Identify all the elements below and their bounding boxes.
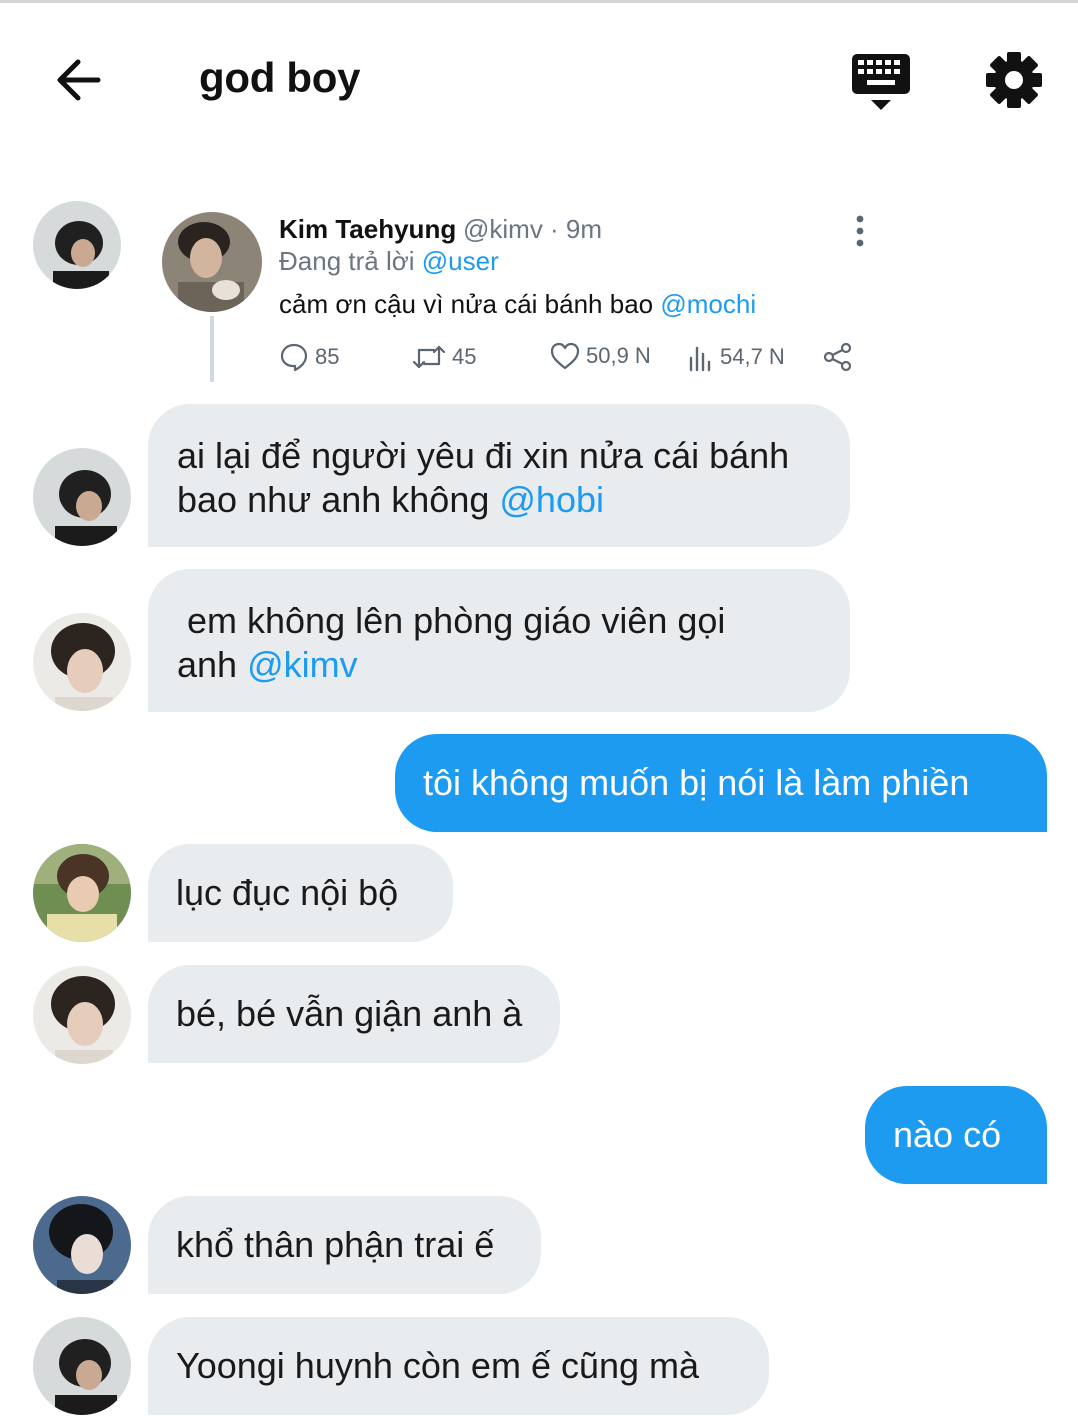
keyboard-icon bbox=[852, 54, 910, 110]
message-bubble[interactable]: em không lên phòng giáo viên gọi anh @ki… bbox=[148, 569, 850, 712]
message-mention[interactable]: @hobi bbox=[499, 479, 604, 520]
views-stat[interactable]: 54,7 N bbox=[688, 342, 785, 372]
message-text: bao như anh không bbox=[177, 479, 500, 520]
arrow-left-icon bbox=[57, 59, 101, 101]
gear-icon bbox=[986, 52, 1042, 108]
tweet-mention[interactable]: @mochi bbox=[660, 289, 756, 319]
avatar-photo-icon bbox=[33, 613, 131, 711]
message-bubble-sent[interactable]: nào có bbox=[865, 1086, 1047, 1184]
avatar[interactable] bbox=[33, 966, 131, 1064]
keyboard-button[interactable] bbox=[848, 52, 916, 114]
reply-count: 85 bbox=[315, 344, 340, 369]
tweet-author-avatar[interactable] bbox=[162, 212, 262, 312]
heart-icon bbox=[550, 342, 580, 370]
message-text: Yoongi huynh còn em ế cũng mà bbox=[176, 1345, 700, 1386]
avatar-photo-icon bbox=[33, 844, 131, 942]
avatar-photo-icon bbox=[33, 1196, 131, 1294]
share-button[interactable] bbox=[822, 342, 854, 372]
like-count: 50,9 N bbox=[586, 343, 651, 368]
avatar[interactable] bbox=[33, 844, 131, 942]
message-bubble[interactable]: Yoongi huynh còn em ế cũng mà bbox=[148, 1317, 769, 1415]
message-text: anh bbox=[177, 644, 248, 685]
like-stat[interactable]: 50,9 N bbox=[550, 342, 651, 370]
avatar-photo-icon bbox=[33, 966, 131, 1064]
message-text: nào có bbox=[893, 1114, 1002, 1155]
message-line: ai lại để người yêu đi xin nửa cái bánh bbox=[177, 435, 790, 476]
message-text: tôi không muốn bị nói là làm phiền bbox=[423, 762, 970, 803]
message-mention[interactable]: @kimv bbox=[247, 644, 358, 685]
avatar[interactable] bbox=[33, 1196, 131, 1294]
message-line: bao như anh không @hobi bbox=[177, 478, 850, 522]
replying-to-mention[interactable]: @user bbox=[422, 246, 499, 276]
reply-stat[interactable]: 85 bbox=[279, 342, 339, 372]
tweet-body: cảm ơn cậu vì nửa cái bánh bao bbox=[279, 289, 661, 319]
message-line: anh @kimv bbox=[177, 643, 850, 687]
comment-icon bbox=[280, 343, 308, 372]
top-divider bbox=[0, 0, 1078, 3]
message-bubble[interactable]: ai lại để người yêu đi xin nửa cái bánh … bbox=[148, 404, 850, 547]
tweet-handle-time: @kimv · 9m bbox=[463, 214, 603, 244]
message-bubble[interactable]: bé, bé vẫn giận anh à bbox=[148, 965, 560, 1063]
message-bubble-sent[interactable]: tôi không muốn bị nói là làm phiền bbox=[395, 734, 1047, 832]
page-title: god boy bbox=[199, 54, 361, 101]
message-bubble[interactable]: lục đục nội bộ bbox=[148, 844, 453, 942]
share-icon bbox=[823, 342, 852, 372]
analytics-icon bbox=[689, 346, 711, 372]
tweet-author-name[interactable]: Kim Taehyung bbox=[279, 214, 456, 245]
message-bubble[interactable]: khổ thân phận trai ế bbox=[148, 1196, 541, 1294]
author-photo-icon bbox=[162, 212, 262, 312]
view-count: 54,7 N bbox=[720, 344, 785, 369]
message-text: bé, bé vẫn giận anh à bbox=[176, 993, 523, 1034]
avatar[interactable] bbox=[33, 448, 131, 546]
avatar-photo-icon bbox=[33, 201, 121, 289]
replying-to-line: Đang trả lời @user bbox=[279, 246, 499, 277]
more-vertical-icon bbox=[856, 215, 864, 247]
avatar[interactable] bbox=[33, 1317, 131, 1415]
settings-button[interactable] bbox=[982, 48, 1046, 112]
retweet-stat[interactable]: 45 bbox=[412, 342, 476, 372]
back-button[interactable] bbox=[48, 50, 108, 110]
thread-line bbox=[210, 316, 214, 382]
replying-to-label: Đang trả lời bbox=[279, 246, 422, 276]
more-options-button[interactable] bbox=[848, 212, 872, 250]
tweet-text: cảm ơn cậu vì nửa cái bánh bao @mochi bbox=[279, 289, 756, 320]
avatar-photo-icon bbox=[33, 448, 131, 546]
avatar-photo-icon bbox=[33, 1317, 131, 1415]
message-text: lục đục nội bộ bbox=[176, 872, 399, 913]
avatar[interactable] bbox=[33, 201, 121, 289]
avatar[interactable] bbox=[33, 613, 131, 711]
retweet-icon bbox=[412, 345, 446, 369]
message-line: em không lên phòng giáo viên gọi bbox=[177, 600, 726, 641]
message-text: khổ thân phận trai ế bbox=[176, 1224, 495, 1265]
retweet-count: 45 bbox=[452, 344, 477, 369]
